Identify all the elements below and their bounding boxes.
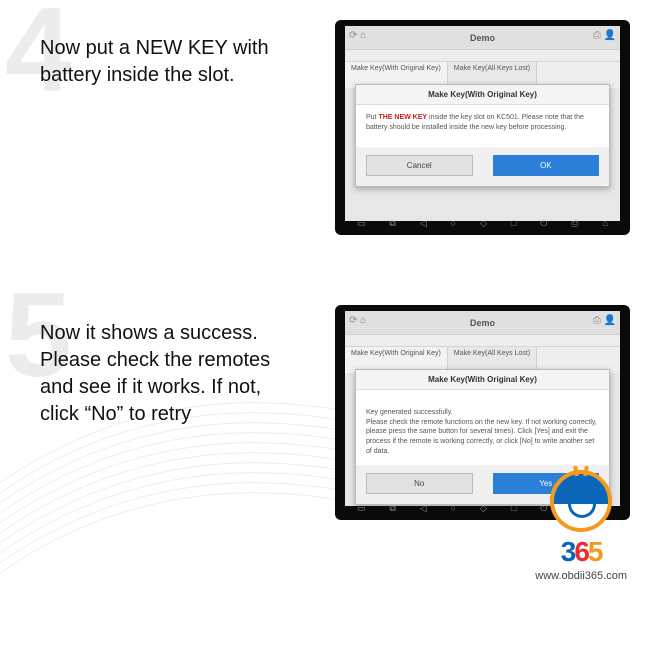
header-title: Demo [345,311,620,335]
logo-digit: 3 [561,536,575,567]
header-actions[interactable]: ⎙ 👤 [593,315,616,326]
header-title: Demo [345,26,620,50]
nav-home-icon[interactable]: ○ [451,503,456,513]
step-text: Now put a NEW KEY with battery inside th… [15,20,305,89]
back-icon[interactable]: ⟳ ⌂ [349,30,366,41]
android-navbar: ▭ ⧉ ◁ ○ ◇ □ ⏻ ⎙ ⌂ [345,217,620,229]
nav-back-icon[interactable]: ◁ [420,218,427,229]
ok-button[interactable]: OK [493,155,600,176]
nav-power-icon[interactable]: ⏻ [540,218,547,229]
dialog-text-post: Key generated successfully. Please check… [366,409,597,455]
dialog-body: Key generated successfully. Please check… [356,390,609,465]
dialog: Make Key(With Original Key) Put THE NEW … [355,84,610,187]
no-button[interactable]: No [366,473,473,494]
logo-digit: 5 [588,536,602,567]
step-4: 4 Now put a NEW KEY with battery inside … [0,0,645,245]
nav-icon[interactable]: ⌂ [602,218,607,228]
nav-recent-icon[interactable]: □ [511,218,516,228]
app-header: ⟳ ⌂ Demo ⎙ 👤 [345,311,620,335]
nav-icon[interactable]: ▭ [357,503,366,514]
nav-recent-icon[interactable]: □ [511,503,516,513]
nav-back-icon[interactable]: ◁ [420,503,427,514]
dialog-text-pre: Put [366,114,378,121]
nav-icon[interactable]: ▭ [357,218,366,229]
step-text: Now it shows a success. Please check the… [15,305,305,428]
app-header: ⟳ ⌂ Demo ⎙ 👤 [345,26,620,50]
nav-home-icon[interactable]: ○ [451,218,456,228]
tablet-screen: ⟳ ⌂ Demo ⎙ 👤 Make Key(With Original Key)… [345,26,620,221]
subheader [345,50,620,62]
nav-icon[interactable]: ◇ [480,218,487,229]
nav-icon[interactable]: ⧉ [389,503,395,514]
nav-icon[interactable]: ⧉ [389,218,395,229]
nav-icon[interactable]: ◇ [480,503,487,514]
cancel-button[interactable]: Cancel [366,155,473,176]
dialog-title: Make Key(With Original Key) [356,370,609,390]
dialog-body: Put THE NEW KEY inside the key slot on K… [356,105,609,147]
logo-face-icon [550,470,612,532]
dialog-text-highlight: THE NEW KEY [378,114,427,121]
header-actions[interactable]: ⎙ 👤 [593,30,616,41]
tablet-frame: ⟳ ⌂ Demo ⎙ 👤 Make Key(With Original Key)… [335,20,630,235]
logo-url: www.obdii365.com [535,570,627,582]
dialog-actions: Cancel OK [356,147,609,186]
logo-365: 365 [535,536,627,568]
subheader [345,335,620,347]
brand-logo: 365 www.obdii365.com [535,470,627,582]
back-icon[interactable]: ⟳ ⌂ [349,315,366,326]
nav-icon[interactable]: ⎙ [571,218,578,229]
dialog-title: Make Key(With Original Key) [356,85,609,105]
logo-digit: 6 [574,536,588,567]
